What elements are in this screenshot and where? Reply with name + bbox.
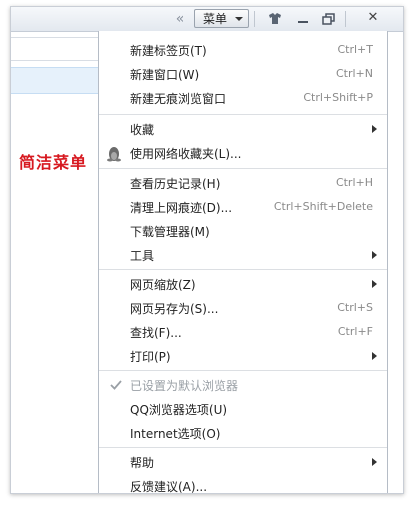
menu-item-label: 工具 [130,249,155,263]
menu-item-label: 帮助 [130,456,155,470]
menu-item-label: 网页另存为(S)... [130,302,219,316]
menu-item-default-browser: 已设置为默认浏览器 [99,374,387,396]
menu-item-favorites[interactable]: 收藏 [99,118,387,140]
menu-item-label: 打印(P) [130,350,171,364]
browser-window: « 菜单 ✕ 简洁菜单 新建标签页(T) Ctrl+T 新建窗口(W) Ctrl… [10,6,404,494]
menu-item-qq-browser-options[interactable]: QQ浏览器选项(U) [99,398,387,420]
minimize-icon[interactable] [291,9,315,29]
menu-button[interactable]: 菜单 [194,9,249,28]
close-icon[interactable]: ✕ [351,7,395,29]
menu-item-label: 新建标签页(T) [130,44,207,58]
toolbar-divider [254,11,255,27]
menu-item-new-tab[interactable]: 新建标签页(T) Ctrl+T [99,39,387,61]
menu-separator [99,447,387,448]
menu-separator [99,168,387,169]
title-bar: « 菜单 ✕ [11,7,403,32]
menu-item-shortcut: Ctrl+S [337,301,373,314]
menu-item-label: 查找(F)... [130,326,182,340]
submenu-arrow-icon [372,251,377,259]
toolbar-divider [345,11,346,27]
menu-item-tools[interactable]: 工具 [99,244,387,266]
main-menu-dropdown: 新建标签页(T) Ctrl+T 新建窗口(W) Ctrl+N 新建无痕浏览窗口 … [98,31,388,493]
menu-item-feedback[interactable]: 反馈建议(A)... [99,475,387,494]
menu-item-label: 网页缩放(Z) [130,278,196,292]
menu-item-label: 下载管理器(M) [130,225,210,239]
menu-button-label: 菜单 [203,12,228,26]
checkmark-icon [110,379,122,391]
menu-item-find[interactable]: 查找(F)... Ctrl+F [99,321,387,343]
menu-item-label: 收藏 [130,123,155,137]
menu-separator [99,114,387,115]
chevron-down-icon [235,17,243,21]
menu-item-shortcut: Ctrl+Shift+P [303,91,373,104]
submenu-arrow-icon [372,352,377,360]
menu-item-shortcut: Ctrl+F [337,325,373,338]
skin-icon[interactable] [263,9,287,29]
menu-item-help[interactable]: 帮助 [99,451,387,473]
menu-item-save-page[interactable]: 网页另存为(S)... Ctrl+S [99,297,387,319]
menu-item-zoom[interactable]: 网页缩放(Z) [99,273,387,295]
menu-item-label: Internet选项(O) [130,427,221,441]
penguin-icon [105,145,123,163]
menu-item-history[interactable]: 查看历史记录(H) Ctrl+H [99,172,387,194]
menu-item-print[interactable]: 打印(P) [99,345,387,367]
simple-menu-caption: 简洁菜单 [19,153,88,172]
menu-item-label: 已设置为默认浏览器 [130,379,239,393]
menu-item-label: 新建窗口(W) [130,68,200,82]
menu-separator [99,269,387,270]
selected-row[interactable] [11,67,98,94]
menu-separator [99,370,387,371]
menu-item-label: 清理上网痕迹(D)... [130,201,233,215]
menu-item-label: 反馈建议(A)... [130,480,208,494]
menu-item-new-private-window[interactable]: 新建无痕浏览窗口 Ctrl+Shift+P [99,87,387,109]
menu-item-shortcut: Ctrl+Shift+Delete [273,200,373,213]
menu-item-shortcut: Ctrl+N [335,67,373,80]
menu-item-label: 新建无痕浏览窗口 [130,92,227,106]
collapse-icon[interactable]: « [173,10,187,28]
menu-item-shortcut: Ctrl+H [335,176,373,189]
submenu-arrow-icon [372,125,377,133]
address-bar[interactable] [11,37,98,61]
submenu-arrow-icon [372,280,377,288]
menu-item-download-manager[interactable]: 下载管理器(M) [99,220,387,242]
menu-item-label: 使用网络收藏夹(L)... [130,147,242,161]
menu-item-internet-options[interactable]: Internet选项(O) [99,422,387,444]
menu-item-web-favorites[interactable]: 使用网络收藏夹(L)... [99,142,387,164]
menu-item-shortcut: Ctrl+T [337,43,373,56]
menu-item-new-window[interactable]: 新建窗口(W) Ctrl+N [99,63,387,85]
restore-icon[interactable] [317,9,341,29]
menu-item-label: 查看历史记录(H) [130,177,221,191]
submenu-arrow-icon [372,458,377,466]
menu-item-label: QQ浏览器选项(U) [130,403,228,417]
menu-item-clear-traces[interactable]: 清理上网痕迹(D)... Ctrl+Shift+Delete [99,196,387,218]
